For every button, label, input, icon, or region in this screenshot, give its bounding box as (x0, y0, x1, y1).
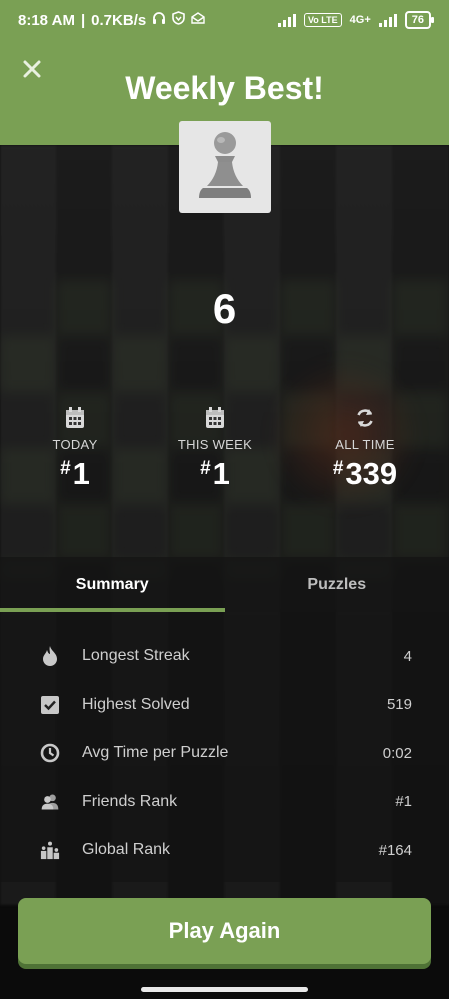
home-indicator[interactable] (141, 987, 308, 992)
row-label: Avg Time per Puzzle (82, 744, 229, 762)
volte-badge: Vo LTE (303, 13, 342, 27)
status-bar: 8:18 AM | 0.7KB/s Vo LTE 4G+ 76 (0, 0, 449, 40)
list-item: Global Rank #164 (0, 826, 449, 875)
rank-value-all-time: #339 (290, 456, 440, 492)
rank-hash: # (60, 458, 71, 479)
rank-label-all-time: ALL TIME (335, 437, 395, 452)
row-label: Global Rank (82, 841, 171, 859)
list-item: Friends Rank #1 (0, 778, 449, 827)
row-label: Highest Solved (82, 695, 190, 713)
list-item: Avg Time per Puzzle 0:02 (0, 729, 449, 778)
list-item: Highest Solved 519 (0, 681, 449, 730)
friends-icon (40, 792, 60, 812)
rank-number: 1 (72, 456, 90, 491)
row-value: 0:02 (382, 744, 412, 762)
signal-icon (277, 13, 296, 27)
rank-value-today: #1 (10, 456, 140, 492)
rank-today: TODAY #1 (10, 405, 140, 492)
rank-this-week: THIS WEEK #1 (140, 405, 290, 492)
page-title: Weekly Best! (125, 70, 324, 106)
pawn-icon (199, 132, 251, 198)
tab-puzzles[interactable]: Puzzles (225, 557, 449, 612)
status-time: 8:18 AM (18, 11, 75, 29)
status-speed: 0.7KB/s (91, 11, 147, 29)
calendar-icon (140, 405, 290, 431)
flame-icon (40, 646, 60, 667)
podium-icon (40, 840, 60, 860)
summary-list: Longest Streak 4 Highest Solved 519 Avg … (0, 612, 449, 882)
rank-value-this-week: #1 (140, 456, 290, 492)
headphones-icon (152, 11, 166, 29)
row-value: #164 (378, 841, 412, 859)
battery-indicator: 76 (404, 11, 435, 29)
row-label: Friends Rank (82, 792, 178, 810)
rank-all-time: ALL TIME #339 (290, 405, 440, 492)
checkbox-icon (40, 695, 60, 715)
list-item: Longest Streak 4 (0, 632, 449, 681)
rank-summary: TODAY #1 THIS WEEK #1 ALL TIME #339 (0, 405, 449, 492)
row-label: Longest Streak (82, 647, 190, 665)
row-value: 4 (403, 647, 412, 665)
row-value: 519 (386, 696, 412, 714)
rank-number: 339 (345, 456, 398, 491)
tab-bar: Summary Puzzles (0, 557, 449, 612)
rank-hash: # (200, 458, 211, 479)
rank-number: 1 (212, 456, 230, 491)
calendar-icon (10, 405, 140, 431)
rank-label-this-week: THIS WEEK (177, 437, 253, 452)
row-value: #1 (395, 793, 412, 811)
pawn-card (179, 121, 271, 213)
refresh-icon (290, 405, 440, 431)
play-again-button[interactable]: Play Again (18, 898, 431, 964)
network-type: 4G+ (349, 14, 371, 26)
shield-icon (172, 11, 186, 29)
tab-summary[interactable]: Summary (0, 557, 225, 612)
signal-icon-2 (378, 13, 397, 27)
status-right: Vo LTE 4G+ 76 (277, 11, 435, 29)
status-separator: | (80, 11, 86, 29)
rank-hash: # (332, 458, 344, 479)
clock-icon (40, 743, 60, 763)
puzzle-score: 6 (212, 285, 237, 332)
status-left: 8:18 AM | 0.7KB/s (18, 11, 205, 29)
mail-icon (191, 11, 205, 29)
rank-label-today: TODAY (52, 437, 98, 452)
